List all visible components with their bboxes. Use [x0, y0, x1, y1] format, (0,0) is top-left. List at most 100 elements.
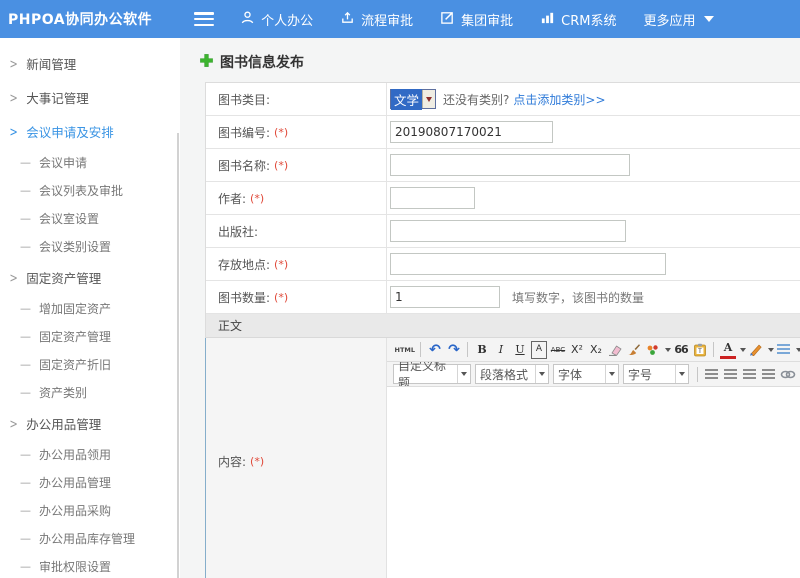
align-right-icon[interactable]	[742, 365, 758, 383]
paste-as-text-icon[interactable]: T	[692, 341, 708, 359]
nav-label: 集团审批	[461, 10, 513, 29]
sidebar-item-meeting-list-approval[interactable]: —会议列表及审批	[0, 176, 180, 204]
author-input[interactable]	[390, 187, 475, 209]
book-number-input[interactable]	[390, 121, 553, 143]
sidebar-item-fixed-asset-depreciation[interactable]: —固定资产折旧	[0, 350, 180, 378]
form-row-quantity: 图书数量:(*) 填写数字，该图书的数量	[206, 281, 800, 314]
align-justify-icon[interactable]	[761, 365, 777, 383]
sidebar-item-office-supplies-mgmt[interactable]: >办公用品管理	[0, 406, 180, 440]
blockquote-button[interactable]: 66	[673, 341, 689, 359]
undo-icon[interactable]: ↶	[427, 341, 443, 359]
align-left-icon[interactable]	[704, 365, 720, 383]
dash-icon: —	[20, 358, 31, 371]
form-row-book-name: 图书名称:(*)	[206, 149, 800, 182]
nav-workflow-approval[interactable]: 流程审批	[340, 10, 413, 29]
strikethrough-button[interactable]: ABC	[550, 341, 566, 359]
caret-down-icon	[535, 365, 548, 383]
sidebar-item-fixed-asset-mgmt[interactable]: —固定资产管理	[0, 322, 180, 350]
editor-content-area[interactable]	[387, 387, 800, 578]
category-select[interactable]: 文学	[390, 89, 436, 109]
form-row-storage-location: 存放地点:(*)	[206, 248, 800, 281]
paragraph-format-dropdown[interactable]: 段落格式	[475, 364, 549, 384]
required-mark: (*)	[274, 258, 288, 271]
ordered-list-icon[interactable]	[776, 341, 792, 359]
workflow-approval-icon	[340, 10, 355, 29]
html-source-button[interactable]: HTML	[395, 341, 415, 359]
caret-down-icon	[665, 348, 671, 352]
superscript-button[interactable]: X²	[569, 341, 585, 359]
required-mark: (*)	[274, 291, 288, 304]
sidebar-item-supplies-inventory[interactable]: —办公用品库存管理	[0, 524, 180, 552]
caret-down-icon	[796, 348, 800, 352]
required-mark: (*)	[250, 455, 264, 468]
underline-button[interactable]: U	[512, 341, 528, 359]
storage-location-input[interactable]	[390, 253, 666, 275]
dash-icon: —	[20, 532, 31, 545]
caret-down-icon	[457, 365, 470, 383]
insert-link-icon[interactable]	[780, 365, 796, 383]
align-center-icon[interactable]	[723, 365, 739, 383]
nav-crm-system[interactable]: CRM系统	[540, 10, 616, 29]
subscript-button[interactable]: X₂	[588, 341, 604, 359]
format-brush-icon[interactable]	[626, 341, 642, 359]
sidebar-item-fixed-assets-mgmt[interactable]: >固定资产管理	[0, 260, 180, 294]
group-approval-icon	[440, 10, 455, 29]
dash-icon: —	[20, 448, 31, 461]
dash-icon: —	[20, 386, 31, 399]
book-name-input[interactable]	[390, 154, 630, 176]
nav-label: CRM系统	[561, 10, 616, 29]
custom-heading-dropdown[interactable]: 自定义标题	[393, 364, 471, 384]
sidebar-scrollbar[interactable]	[177, 133, 179, 578]
add-category-link[interactable]: 点击添加类别>>	[513, 91, 605, 108]
chevron-right-icon: >	[10, 89, 17, 105]
form-row-category: 图书类目: 文学 还没有类别? 点击添加类别>>	[206, 83, 800, 116]
font-style-button[interactable]: A	[531, 341, 547, 359]
required-mark: (*)	[250, 192, 264, 205]
nav-label: 个人办公	[261, 10, 313, 29]
color-palette-icon[interactable]	[645, 341, 661, 359]
caret-down-icon	[605, 365, 618, 383]
italic-button[interactable]: I	[493, 341, 509, 359]
sidebar-item-meeting-room-settings[interactable]: —会议室设置	[0, 204, 180, 232]
sidebar-item-meeting-request[interactable]: —会议申请	[0, 148, 180, 176]
sidebar-item-approval-permission-settings[interactable]: —审批权限设置	[0, 552, 180, 578]
caret-down-icon	[704, 16, 714, 22]
publisher-input[interactable]	[390, 220, 626, 242]
chevron-right-icon: >	[10, 415, 17, 431]
user-icon	[240, 10, 255, 29]
highlight-pen-icon[interactable]	[748, 341, 764, 359]
sidebar: >新闻管理 >大事记管理 >会议申请及安排 —会议申请 —会议列表及审批 —会议…	[0, 38, 180, 578]
editor-toolbar-row1: HTML ↶ ↷ B I U A ABC X² X₂	[387, 338, 800, 362]
sidebar-item-supplies-requisition[interactable]: —办公用品领用	[0, 440, 180, 468]
sidebar-item-supplies-purchase[interactable]: —办公用品采购	[0, 496, 180, 524]
sidebar-item-news-mgmt[interactable]: >新闻管理	[0, 46, 180, 80]
crm-chart-icon	[540, 10, 555, 29]
font-color-button[interactable]: A	[720, 341, 736, 359]
sidebar-item-add-fixed-asset[interactable]: —增加固定资产	[0, 294, 180, 322]
svg-text:T: T	[698, 349, 702, 355]
bold-button[interactable]: B	[474, 341, 490, 359]
plus-icon	[200, 54, 213, 70]
content-label-cell: 内容:(*)	[206, 338, 387, 578]
redo-icon[interactable]: ↷	[446, 341, 462, 359]
quantity-input[interactable]	[390, 286, 500, 308]
sidebar-item-meeting-apply[interactable]: >会议申请及安排	[0, 114, 180, 148]
dash-icon: —	[20, 240, 31, 253]
field-label: 图书类目:	[206, 83, 386, 115]
font-family-dropdown[interactable]: 字体	[553, 364, 619, 384]
sidebar-item-meeting-category-settings[interactable]: —会议类别设置	[0, 232, 180, 260]
font-size-dropdown[interactable]: 字号	[623, 364, 689, 384]
sidebar-item-asset-category[interactable]: —资产类别	[0, 378, 180, 406]
nav-more-apps[interactable]: 更多应用	[643, 10, 713, 29]
sidebar-item-supplies-mgmt[interactable]: —办公用品管理	[0, 468, 180, 496]
book-form: 图书类目: 文学 还没有类别? 点击添加类别>> 图书编号:(*) 图书名称:(…	[205, 82, 800, 578]
hamburger-menu-icon[interactable]	[194, 12, 214, 26]
required-mark: (*)	[274, 126, 288, 139]
main-content: 图书信息发布 图书类目: 文学 还没有类别? 点击添加类别>> 图书编号:(*)…	[180, 38, 800, 578]
sidebar-item-memorabilia-mgmt[interactable]: >大事记管理	[0, 80, 180, 114]
editor-toolbar-row2: 自定义标题 段落格式 字体 字号	[387, 362, 800, 387]
content-row: 内容:(*) HTML ↶ ↷ B I U A ABC X² X₂	[205, 338, 800, 578]
nav-personal-office[interactable]: 个人办公	[240, 10, 313, 29]
remove-format-eraser-icon[interactable]	[607, 341, 623, 359]
nav-group-approval[interactable]: 集团审批	[440, 10, 513, 29]
